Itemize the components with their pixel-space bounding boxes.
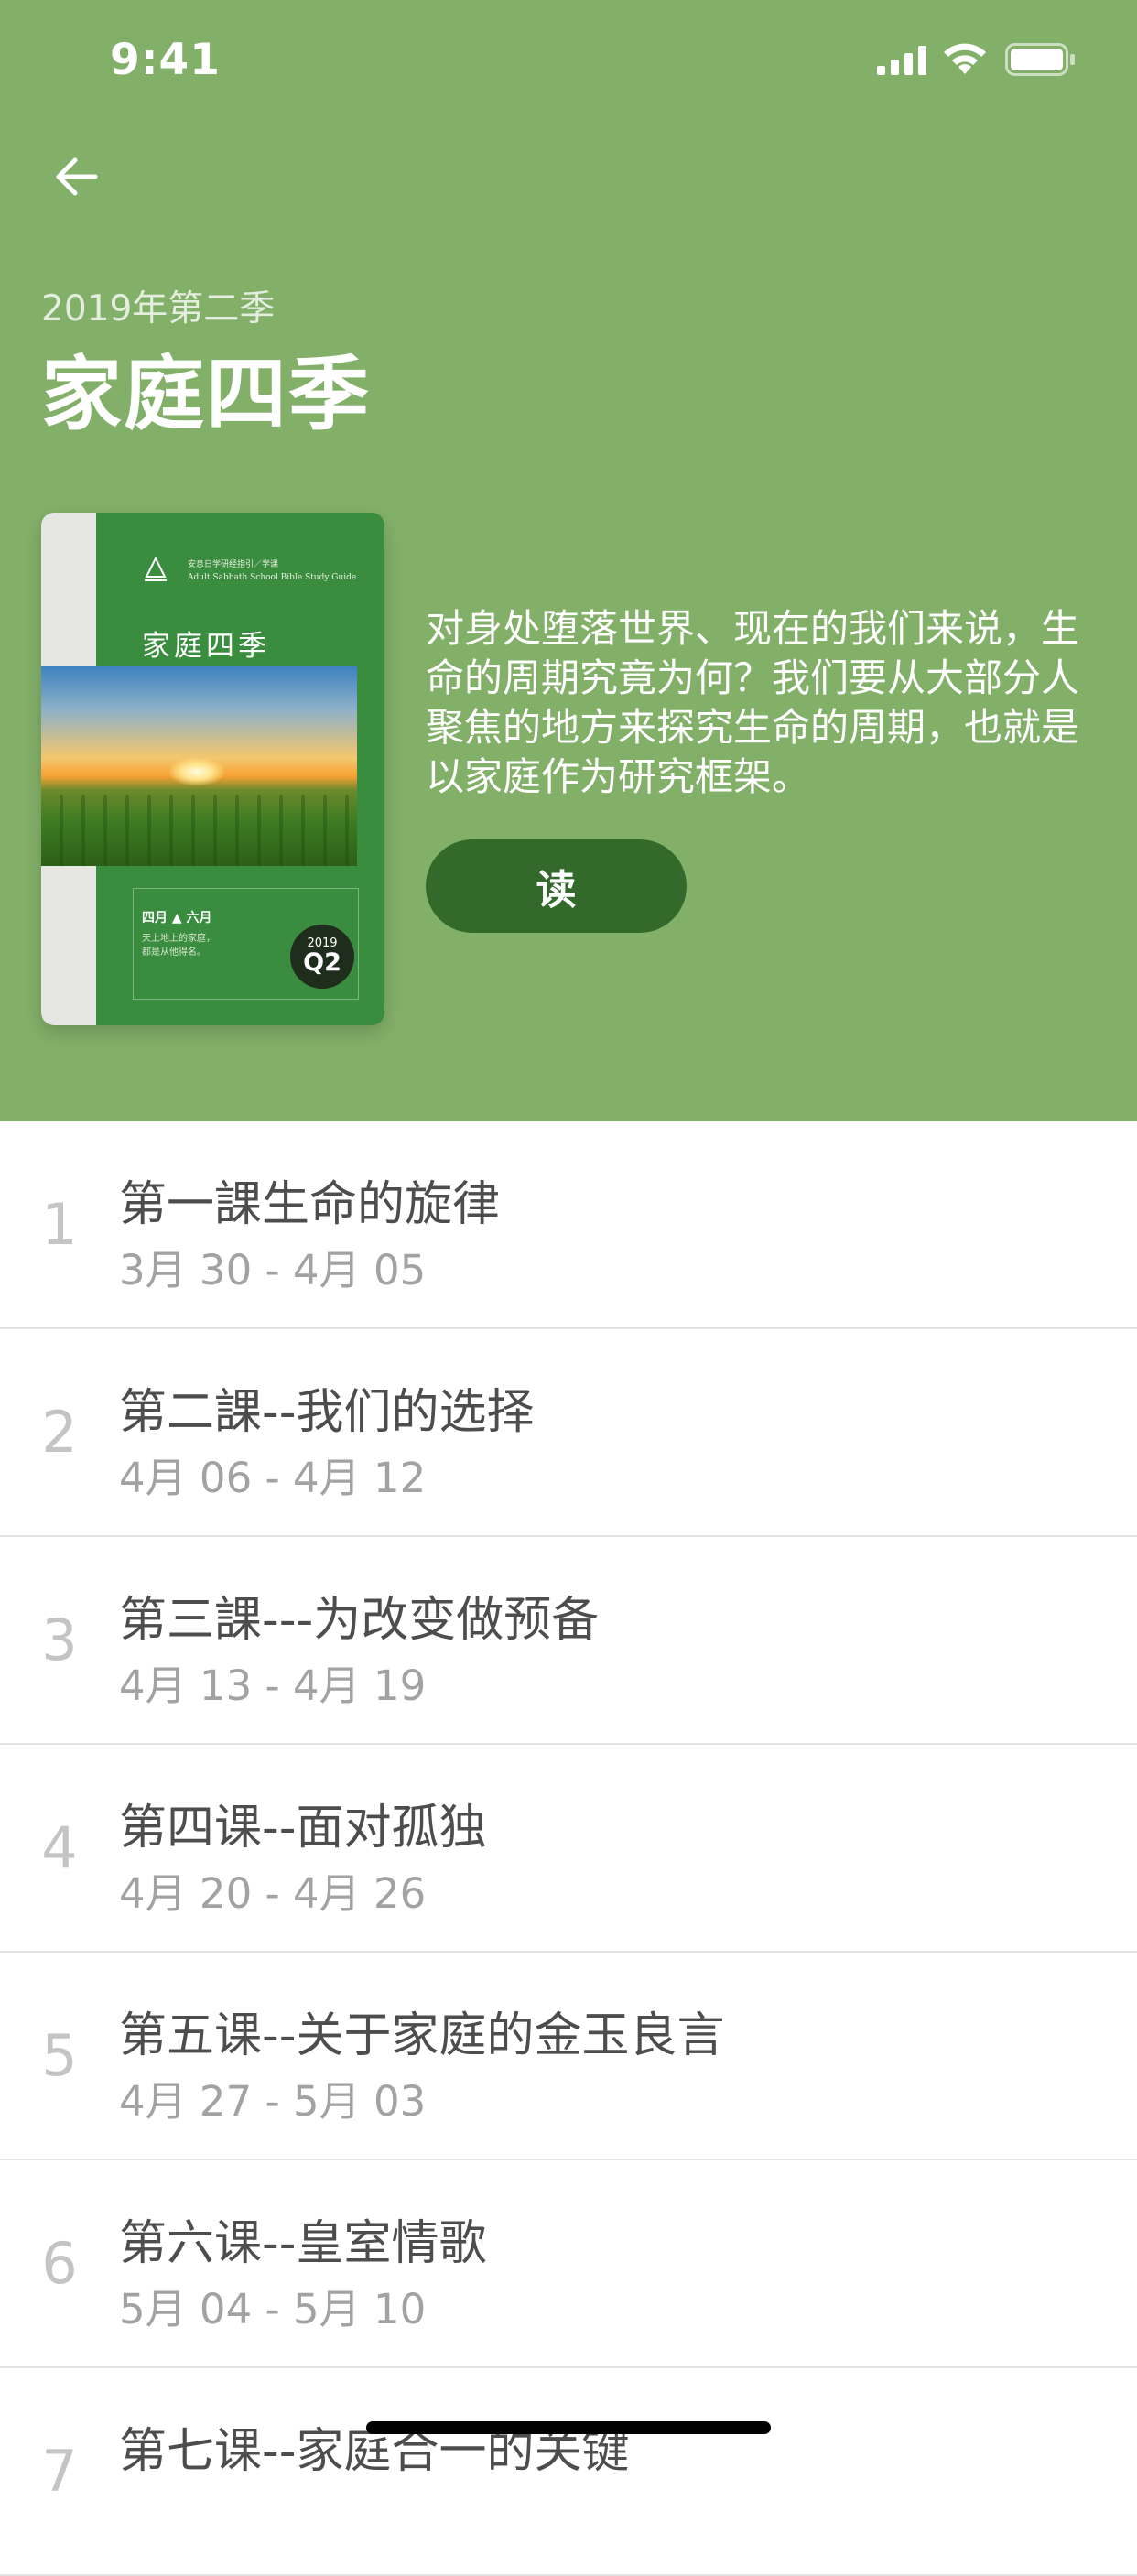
lesson-item[interactable]: 3 第三課---为改变做预备 4月 13 - 4月 19 [0,1537,1137,1745]
lesson-date: 5月 04 - 5月 10 [119,2285,427,2333]
cover-publisher-en: Adult Sabbath School Bible Study Guide [188,573,357,582]
cover-sunset-photo [41,666,357,866]
lesson-number: 4 [41,1814,78,1881]
cover-image[interactable]: 安息日学研经指引／学课 Adult Sabbath School Bible S… [41,513,384,1025]
quarterly-header: 9:41 2019年第二季 家庭四季 安息日学研经指引／学课 Adult Sab… [0,0,1137,1121]
lesson-item[interactable]: 5 第五课--关于家庭的金玉良言 4月 27 - 5月 03 [0,1953,1137,2160]
church-logo-icon [145,557,167,581]
cover-field-rows [41,795,357,866]
status-time: 9:41 [110,35,221,85]
lesson-number: 1 [41,1191,78,1258]
lesson-title: 第四课--面对孤独 [119,1801,487,1856]
cover-sun [169,758,224,785]
page-title: 家庭四季 [41,347,372,441]
cover-publisher-cn: 安息日学研经指引／学课 [188,560,279,569]
cover-verse: 天上地上的家庭， 都是从他得名。 [142,932,215,959]
read-button[interactable]: 读 [426,839,687,933]
back-button[interactable] [44,145,108,209]
lesson-list: 1 第一課生命的旋律 3月 30 - 4月 05 2 第二課--我们的选择 4月… [0,1121,1137,2576]
home-indicator[interactable] [366,2421,771,2434]
cover-months: 四月 ▲ 六月 [142,911,212,925]
lesson-date: 4月 13 - 4月 19 [119,1661,427,1710]
lesson-number: 6 [41,2230,78,2297]
lesson-title: 第五课--关于家庭的金玉良言 [119,2008,725,2063]
lesson-number: 3 [41,1607,78,1673]
cover-verse-line: 天上地上的家庭， [142,934,215,944]
lesson-item[interactable]: 2 第二課--我们的选择 4月 06 - 4月 12 [0,1329,1137,1537]
lesson-item[interactable]: 7 第七课--家庭合一的关键 [0,2368,1137,2576]
lesson-date: 4月 20 - 4月 26 [119,1869,427,1918]
lesson-title: 第三課---为改变做预备 [119,1593,600,1648]
lesson-item[interactable]: 4 第四课--面对孤独 4月 20 - 4月 26 [0,1745,1137,1953]
lesson-date: 4月 06 - 4月 12 [119,1454,427,1502]
arrow-left-icon [56,157,98,196]
battery-icon [1005,43,1075,76]
lesson-title: 第六课--皇室情歌 [119,2216,487,2271]
lesson-title: 第二課--我们的选择 [119,1385,535,1440]
cover-publisher: 安息日学研经指引／学课 Adult Sabbath School Bible S… [188,558,356,584]
lesson-item[interactable]: 1 第一課生命的旋律 3月 30 - 4月 05 [0,1121,1137,1329]
badge-quarter: Q2 [303,948,341,977]
lesson-number: 2 [41,1399,78,1466]
cover-verse-line: 都是从他得名。 [142,947,206,958]
lesson-number: 5 [41,2022,78,2089]
lesson-date: 4月 27 - 5月 03 [119,2077,427,2126]
lesson-number: 7 [41,2438,78,2505]
quarter-label: 2019年第二季 [41,288,276,330]
lesson-item[interactable]: 6 第六课--皇室情歌 5月 04 - 5月 10 [0,2160,1137,2368]
lesson-title: 第一課生命的旋律 [119,1177,501,1232]
cellular-signal-icon [877,46,926,75]
cover-title: 家庭四季 [142,630,270,663]
wifi-icon [944,43,986,74]
quarter-badge: 2019 Q2 [290,925,354,989]
quarterly-description: 对身处堕落世界、现在的我们来说，生命的周期究竟为何？我们要从大部分人聚焦的地方来… [426,606,1080,799]
lesson-date: 3月 30 - 4月 05 [119,1246,427,1294]
